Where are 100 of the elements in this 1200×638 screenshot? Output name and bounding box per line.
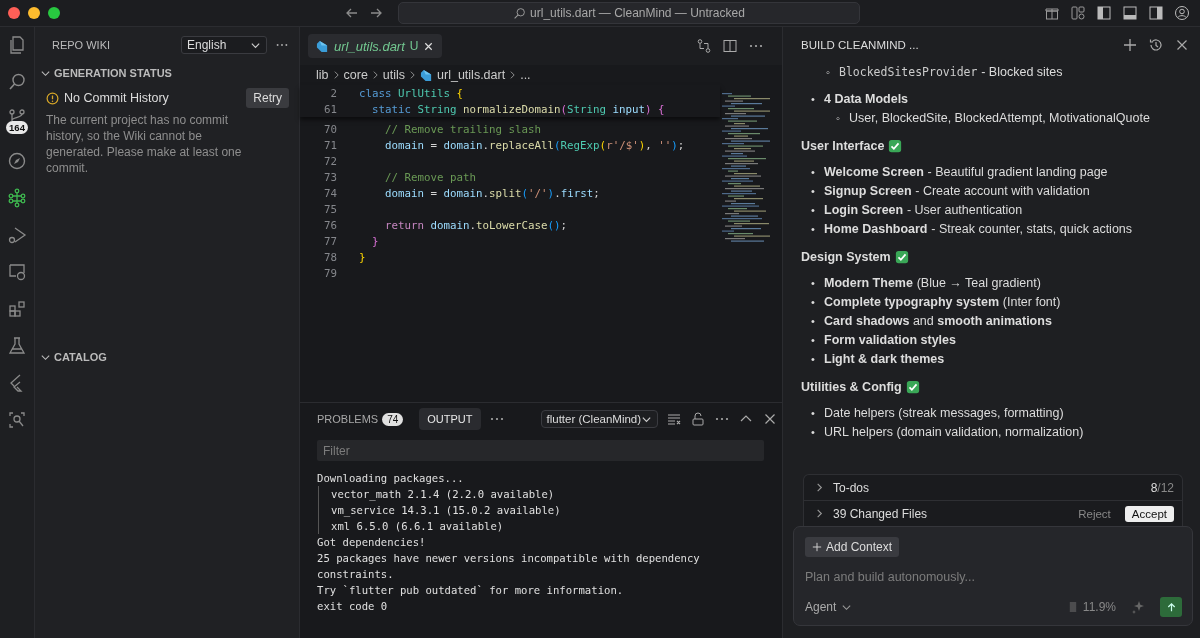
bullet: • (811, 314, 816, 329)
network-icon[interactable] (7, 188, 27, 208)
line-number: 78 (323, 250, 338, 264)
search-icon[interactable] (7, 72, 27, 92)
compass-icon[interactable] (7, 151, 27, 171)
code-line: return domain.toLowerCase(); (384, 218, 568, 232)
inspect-icon[interactable] (7, 410, 27, 430)
breadcrumb-item[interactable]: core (343, 68, 368, 82)
mode-select[interactable]: Agent (805, 600, 853, 614)
code-line: class UrlUtils { (359, 86, 464, 100)
line-number: 77 (323, 234, 338, 248)
section-header[interactable]: CATALOG (35, 347, 299, 367)
sparkle-icon[interactable] (1130, 599, 1146, 615)
bullet: • (811, 276, 816, 291)
line-number: 61 (323, 102, 338, 116)
gift-icon[interactable] (1044, 5, 1060, 21)
code-line: domain = domain.replaceAll(RegExp(r'/$'), ''); (384, 138, 685, 152)
toggle-panel-icon[interactable] (1122, 5, 1138, 21)
accept-button[interactable]: Accept (1124, 505, 1174, 522)
plus-icon (812, 542, 822, 552)
filter-field[interactable]: Filter (317, 440, 764, 461)
output-line: Got dependencies! (317, 535, 427, 550)
run-debug-icon[interactable] (7, 225, 27, 245)
flask-icon[interactable] (7, 336, 27, 356)
list-item: Light & dark themes (824, 351, 945, 368)
maximize-window-button[interactable] (48, 7, 60, 19)
list-item: Signup Screen - Create account with validation (824, 183, 1090, 200)
bullet: • (811, 425, 816, 440)
bullet: • (811, 92, 816, 107)
account-icon[interactable] (1174, 5, 1190, 21)
extensions-icon[interactable] (7, 299, 27, 319)
changed-files-label[interactable]: 39 Changed Files (833, 506, 928, 521)
source-control-icon[interactable] (7, 109, 27, 121)
add-context-button[interactable]: Add Context (805, 537, 900, 557)
prompt-input[interactable]: Plan and build autonomously... (805, 567, 1182, 587)
context-usage: 11.9% (1082, 600, 1116, 614)
context-usage-icon (1068, 601, 1077, 613)
check-icon (888, 139, 903, 153)
send-button[interactable] (1160, 597, 1182, 617)
split-editor-icon[interactable] (722, 38, 738, 54)
warning-icon (46, 91, 59, 105)
bullet: • (811, 295, 816, 310)
history-icon[interactable] (1148, 37, 1164, 53)
line-number: 72 (323, 154, 338, 168)
command-center[interactable]: url_utils.dart — CleanMind — Untracked (398, 2, 860, 24)
retry-button[interactable]: Retry (246, 88, 289, 108)
breadcrumb-item[interactable]: utils (382, 68, 406, 82)
files-icon[interactable] (7, 35, 27, 55)
breadcrumb-item[interactable]: lib (316, 68, 329, 82)
todos-row[interactable]: To-dos 8/12 (804, 475, 1182, 500)
clear-output-icon[interactable] (666, 411, 683, 427)
bullet: • (811, 333, 816, 348)
problems-count-badge: 74 (382, 412, 404, 426)
bullet: ◦ (826, 65, 831, 80)
panel-tab[interactable]: PROBLEMS 74 (317, 407, 412, 431)
code-line: // Remove trailing slash (384, 122, 541, 136)
chevron-right-icon (371, 70, 379, 80)
list-item: Welcome Screen - Beautiful gradient landing page (824, 164, 1108, 181)
toggle-sidebar-icon[interactable] (1096, 5, 1112, 21)
bullet: • (811, 406, 816, 421)
layout-icon[interactable] (1070, 5, 1086, 21)
output-line: exit code 0 (317, 599, 389, 614)
dart-file-icon (420, 68, 434, 82)
output-channel-select[interactable]: flutter (CleanMind) (540, 410, 659, 428)
output-line: xml 6.5.0 (6.6.1 available) (318, 518, 764, 534)
panel-tab[interactable]: OUTPUT (419, 408, 481, 430)
minimize-window-button[interactable] (28, 7, 40, 19)
list-item: Form validation styles (824, 332, 956, 349)
chevron-right-icon[interactable] (814, 508, 825, 519)
chevron-right-icon (332, 70, 340, 80)
list-item: URL helpers (domain validation, normalization) (824, 424, 1084, 441)
code-line: } (371, 234, 379, 248)
output-line: Try `flutter pub outdated` for more information. (317, 583, 625, 598)
close-window-button[interactable] (8, 7, 20, 19)
status-message: The current project has no commit history, so the Wiki cannot be generated. Please make at least one commit. (46, 112, 243, 176)
toggle-secondary-sidebar-icon[interactable] (1148, 5, 1164, 21)
tab-title: url_utils.dart (334, 38, 405, 54)
close-icon[interactable] (423, 40, 435, 52)
breadcrumb-item[interactable]: url_utils.dart (437, 68, 506, 82)
section-header[interactable]: GENERATION STATUS (35, 63, 299, 83)
line-number: 2 (329, 86, 338, 100)
remote-explorer-icon[interactable] (7, 262, 27, 282)
editor-tab[interactable]: url_utils.dart U (308, 34, 443, 58)
unlock-icon[interactable] (690, 411, 707, 427)
code-line: // Remove path (384, 170, 476, 184)
check-icon (894, 250, 909, 264)
output-line: Downloading packages... (317, 471, 465, 486)
line-number: 75 (323, 202, 338, 216)
bullet: • (811, 222, 816, 237)
breadcrumb-item[interactable]: ... (520, 68, 531, 82)
reject-button[interactable]: Reject (1072, 506, 1117, 521)
compare-changes-icon[interactable] (696, 38, 712, 54)
list-item: Date helpers (streak messages, formatting) (824, 405, 1064, 422)
language-select[interactable]: English (181, 36, 267, 54)
plus-icon[interactable] (1122, 37, 1138, 53)
code-line: domain = domain.split('/').first; (384, 186, 600, 200)
output-line: vector_math 2.1.4 (2.2.0 available) (318, 486, 764, 502)
check-icon (905, 380, 920, 394)
section-heading: User Interface (801, 139, 885, 153)
window-title: url_utils.dart — CleanMind — Untracked (530, 6, 745, 20)
